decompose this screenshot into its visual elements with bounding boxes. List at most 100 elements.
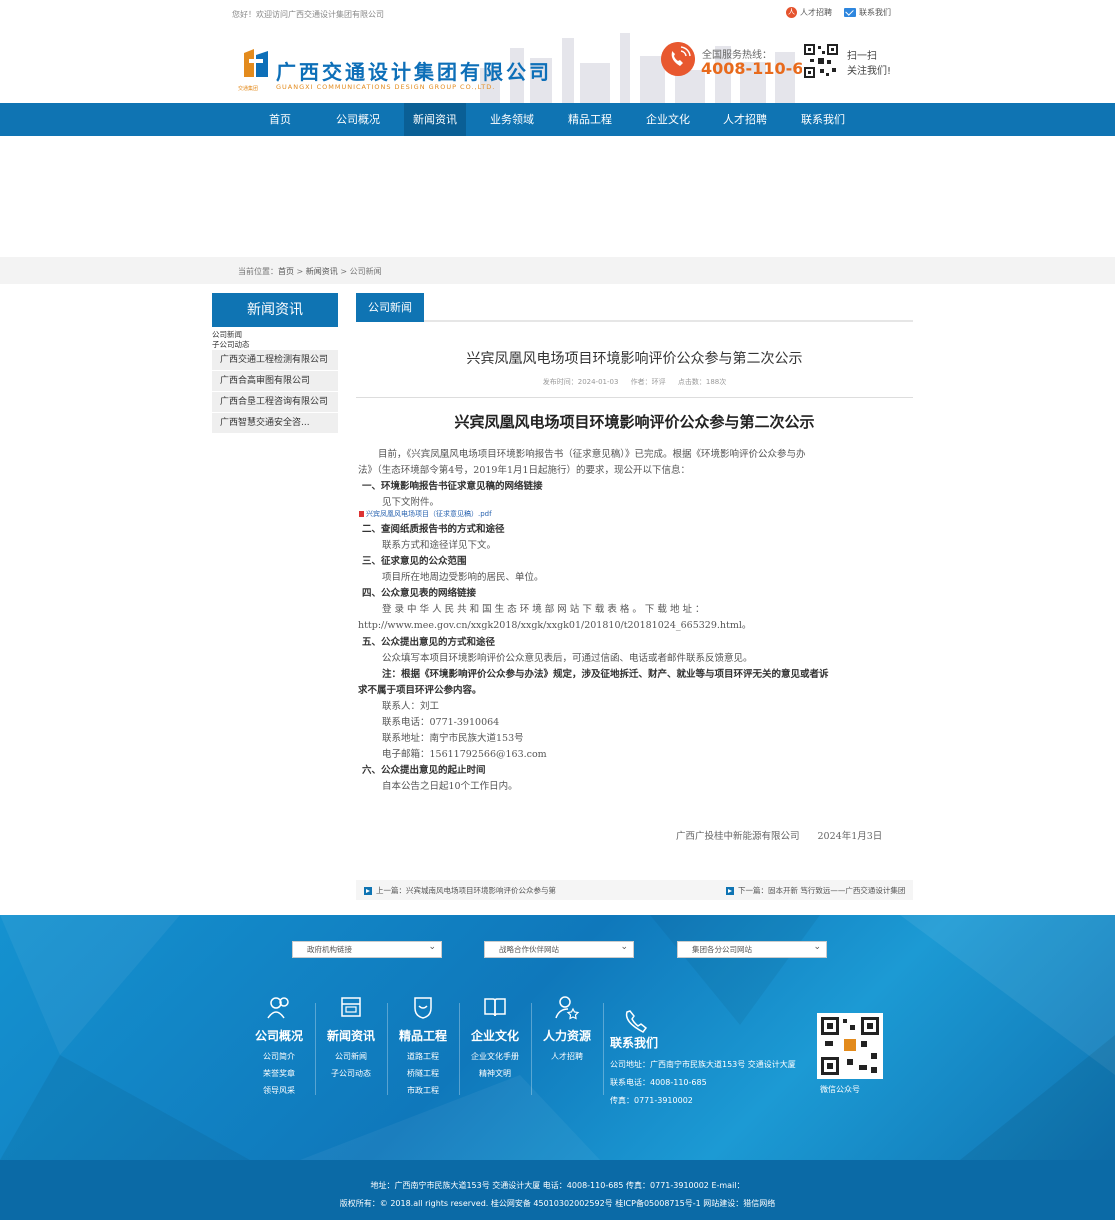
recruit-icon: 人: [786, 7, 797, 18]
breadcrumb-bar: 当前位置：首页 > 新闻资讯 > 公司新闻: [0, 257, 1115, 284]
footer-divider: [603, 1003, 604, 1095]
copyright-bar: 地址：广西南宁市民族大道153号 交通设计大厦 电话：4008-110-685 …: [0, 1160, 1115, 1220]
footer-col-title[interactable]: 人力资源: [538, 1027, 596, 1044]
article-meta: 发布时间：2024-01-03 作者：环评 点击数：188次: [356, 377, 913, 387]
footer-link[interactable]: 桥隧工程: [394, 1068, 452, 1079]
nav-recruitment[interactable]: 人才招聘: [717, 103, 773, 136]
phone-icon: [625, 1010, 648, 1033]
nav-business[interactable]: 业务领域: [484, 103, 540, 136]
recruit-label: 人才招聘: [800, 8, 832, 17]
footer-contact: 联系我们 公司地址：广西南宁市民族大道153号 交通设计大厦 联系电话：4008…: [610, 1034, 796, 1113]
breadcrumb-home[interactable]: 首页: [278, 267, 294, 276]
hr-icon: [555, 996, 580, 1020]
breadcrumb-prefix: 当前位置：: [238, 267, 278, 276]
footer-link[interactable]: 精神文明: [466, 1068, 524, 1079]
footer-link[interactable]: 道路工程: [394, 1051, 452, 1062]
contact-link[interactable]: 联系我们: [844, 7, 891, 18]
arrow-right-icon: [726, 886, 734, 895]
breadcrumb-separator: >: [294, 267, 306, 276]
breadcrumb-current[interactable]: 公司新闻: [350, 267, 382, 276]
branch-links-select[interactable]: 集团各分公司网站: [677, 940, 827, 958]
body-note: 注：根据《环境影响评价公众参与办法》规定，涉及征地拆迁、财产、就业等与项目环评无…: [382, 669, 829, 680]
qr-code-icon: [802, 42, 840, 80]
nav-company-overview[interactable]: 公司概况: [330, 103, 386, 136]
body-line: 联系方式和途径详见下文。: [382, 540, 497, 551]
footer-col-projects: 精品工程 道路工程 桥隧工程 市政工程: [394, 994, 452, 1102]
company-logo-icon[interactable]: [241, 47, 271, 83]
logo-chinese-name: 广西交通设计集团有限公司: [276, 60, 552, 84]
book-icon: [484, 998, 506, 1017]
nav-contact[interactable]: 联系我们: [795, 103, 851, 136]
footer-link[interactable]: 人才招聘: [538, 1051, 596, 1062]
wechat-label: 微信公众号: [820, 1085, 860, 1094]
partner-links-select[interactable]: 战略合作伙伴网站: [484, 940, 634, 958]
body-line: 自本公告之日起10个工作日内。: [382, 781, 518, 792]
prev-next-bar: 上一篇：兴宾城南风电场项目环境影响评价公众参与第 下一篇：固本开新 笃行致远——…: [356, 880, 913, 900]
footer-col-title[interactable]: 精品工程: [394, 1027, 452, 1044]
sidebar-item-testing-company[interactable]: 广西交通工程检测有限公司: [212, 350, 338, 371]
welcome-text: 您好！欢迎访问广西交通设计集团有限公司: [232, 10, 384, 19]
contact-phone: 联系电话：4008-110-685: [610, 1078, 707, 1087]
follow-text: 关注我们!: [847, 66, 892, 77]
site-header: 广西交通设计集团有限公司 交通集团 GUANGXI COMMUNICATIONS…: [0, 28, 1115, 103]
footer-link[interactable]: 公司简介: [250, 1051, 308, 1062]
footer-col-title[interactable]: 新闻资讯: [322, 1027, 380, 1044]
breadcrumb-separator: >: [337, 267, 350, 276]
sidebar-item-consulting-company[interactable]: 广西合垦工程咨询有限公司: [212, 392, 338, 413]
gov-links-select[interactable]: 政府机构链接: [292, 940, 442, 958]
body-heading: 六、公众提出意见的起止时间: [362, 765, 486, 776]
body-line: 项目所在地周边受影响的居民、单位。: [382, 572, 544, 583]
body-line: 法》（生态环境部令第4号，2019年1月1日起施行）的要求，现公开以下信息：: [358, 465, 691, 476]
footer-divider: [459, 1003, 460, 1095]
footer-link[interactable]: 荣誉奖章: [250, 1068, 308, 1079]
footer-link[interactable]: 市政工程: [394, 1085, 452, 1096]
body-heading: 一、环境影响报告书征求意见稿的网络链接: [362, 481, 543, 492]
tab-company-news[interactable]: 公司新闻: [356, 293, 424, 322]
logo-small-text: 交通集团: [238, 86, 259, 92]
sidebar-item-subsidiary-news[interactable]: 子公司动态: [212, 339, 250, 350]
nav-home[interactable]: 首页: [256, 103, 304, 136]
footer-divider: [315, 1003, 316, 1095]
news-icon: [341, 997, 361, 1017]
footer-link[interactable]: 子公司动态: [322, 1068, 380, 1079]
footer-col-title[interactable]: 公司概况: [250, 1027, 308, 1044]
body-line: 联系地址：南宁市民族大道153号: [382, 733, 524, 744]
contact-fax: 传真：0771-3910002: [610, 1096, 693, 1105]
article-clicks: 点击数：188次: [677, 378, 727, 386]
body-note: 求不属于项目环评公参内容。: [358, 685, 482, 696]
sidebar-title: 新闻资讯: [212, 293, 338, 327]
nav-projects[interactable]: 精品工程: [562, 103, 618, 136]
body-heading: 五、公众提出意见的方式和途径: [362, 637, 496, 648]
next-article-link[interactable]: 下一篇：固本开新 笃行致远——广西交通设计集团: [726, 885, 913, 896]
recruit-link[interactable]: 人 人才招聘: [786, 7, 832, 18]
prev-article-link[interactable]: 上一篇：兴宾城南风电场项目环境影响评价公众参与第: [364, 885, 556, 896]
footer-col-hr: 人力资源 人才招聘: [538, 994, 596, 1068]
article-date: 发布时间：2024-01-03: [542, 378, 619, 386]
body-heading: 三、征求意见的公众范围: [362, 556, 467, 567]
sidebar-item-smart-traffic[interactable]: 广西智慧交通安全咨...: [212, 413, 338, 434]
download-url[interactable]: http://www.mee.gov.cn/xxgk2018/xxgk/xxgk…: [358, 617, 751, 631]
attachment-label: 兴宾凤凰风电场项目（征求意见稿）.pdf: [366, 510, 492, 518]
footer-link[interactable]: 领导风采: [250, 1085, 308, 1096]
footer-col-company: 公司概况 公司简介 荣誉奖章 领导风采: [250, 994, 308, 1102]
contact-title[interactable]: 联系我们: [610, 1034, 796, 1051]
breadcrumb-section[interactable]: 新闻资讯: [306, 267, 338, 276]
signature-company: 广西广投桂中新能源有限公司: [676, 831, 800, 842]
footer-divider: [387, 1003, 388, 1095]
body-heading: 二、查阅纸质报告书的方式和途径: [362, 524, 505, 535]
footer-link[interactable]: 企业文化手册: [466, 1051, 524, 1062]
nav-news[interactable]: 新闻资讯: [404, 103, 466, 136]
footer-link[interactable]: 公司新闻: [322, 1051, 380, 1062]
top-links: 人 人才招聘 联系我们: [786, 7, 891, 18]
body-line: 电子邮箱：15611792566@163.com: [382, 749, 547, 760]
nav-culture[interactable]: 企业文化: [640, 103, 696, 136]
mail-icon: [844, 8, 856, 17]
project-icon: [414, 997, 432, 1019]
main-nav: 首页 公司概况 新闻资讯 业务领域 精品工程 企业文化 人才招聘 联系我们: [0, 103, 1115, 136]
attachment-link[interactable]: 兴宾凤凰风电场项目（征求意见稿）.pdf: [359, 509, 492, 519]
divider: [356, 397, 913, 398]
tab-underline: [356, 320, 913, 322]
phone-icon: [661, 42, 695, 76]
sidebar-item-review-company[interactable]: 广西合高审图有限公司: [212, 371, 338, 392]
footer-col-title[interactable]: 企业文化: [466, 1027, 524, 1044]
